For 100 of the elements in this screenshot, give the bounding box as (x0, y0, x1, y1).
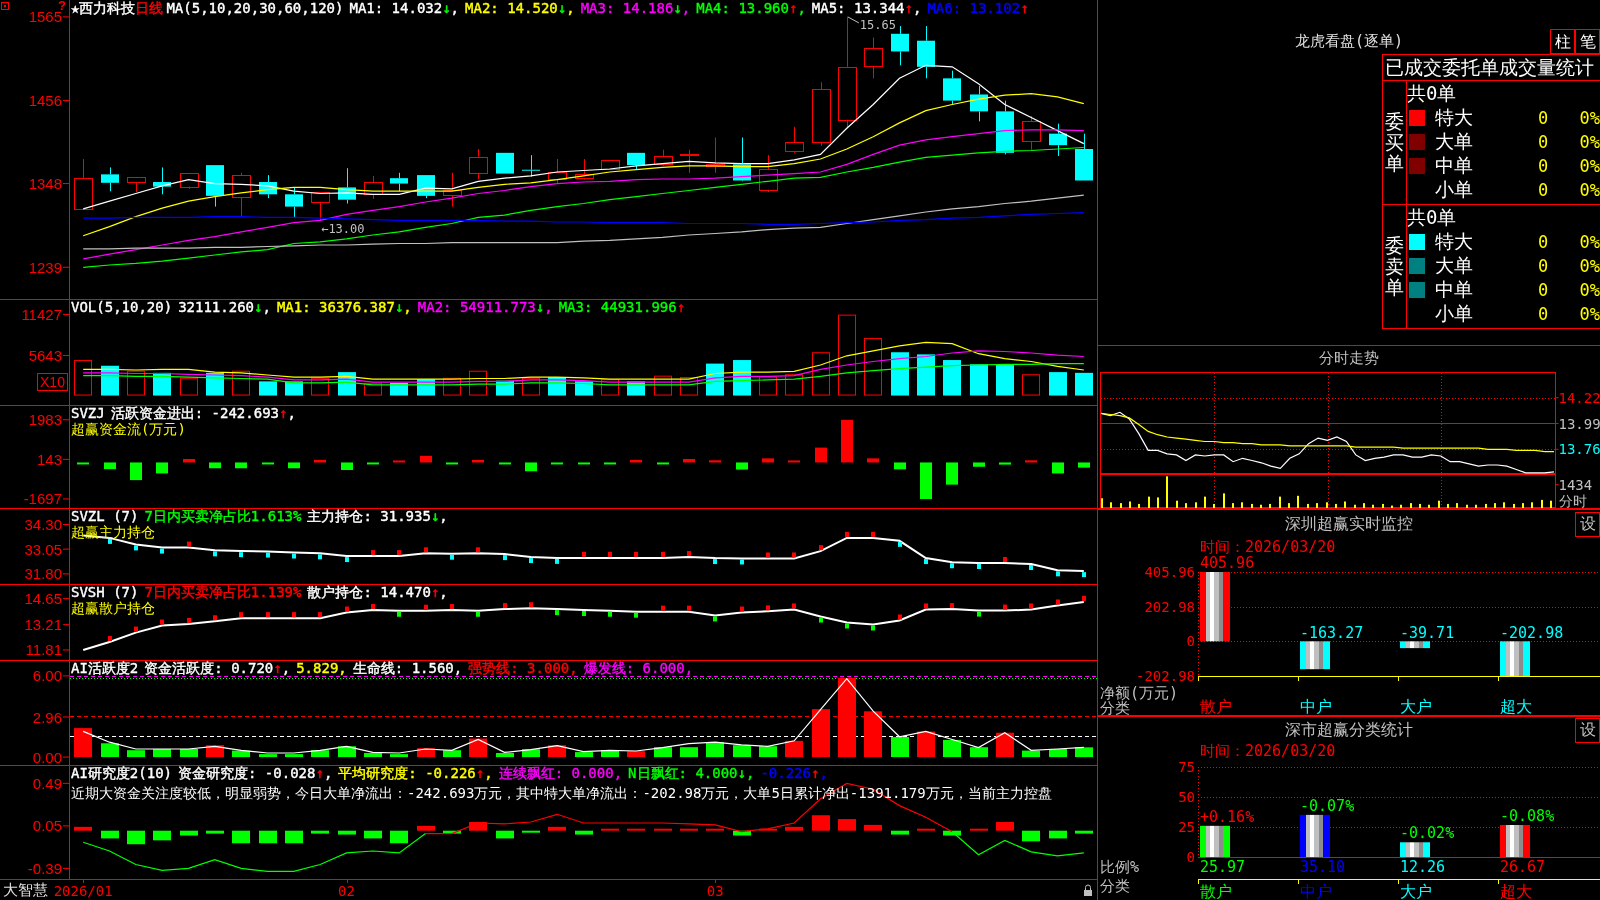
chart-title: 深市超赢分类统计 (1285, 719, 1413, 741)
unit-label: X10 (37, 373, 68, 391)
axis-label: 1456 (28, 92, 62, 110)
axis-label: 75 (1178, 759, 1195, 775)
change-label: -0.02% (1400, 824, 1455, 843)
axis-label: -1697 (23, 490, 62, 508)
axis-label: 14.22 (1558, 389, 1600, 406)
price-annotation: ←13.00 (321, 222, 365, 237)
category-label: 散户 (1200, 882, 1232, 900)
order-total: 共0单 (1407, 205, 1458, 229)
side-label: 委买单 (1385, 111, 1404, 174)
axis-label: 33.05 (24, 540, 62, 558)
indicator-reading: 资金研究度: -0.028↑, (178, 766, 333, 781)
annotation: 15.65 (859, 17, 896, 32)
value-label: 25.97 (1200, 858, 1246, 876)
order-size-label: 中单 (1435, 153, 1474, 178)
indicator-name: SVZL (7) (71, 509, 139, 524)
order-size-label: 中单 (1435, 277, 1474, 302)
order-count: 0 (1538, 280, 1550, 300)
axis-label: 13.76 (1558, 441, 1600, 458)
indicator-name: MA(5,10,20,30,60,120) (166, 1, 344, 16)
change-label: +0.16% (1200, 807, 1255, 826)
price-annotation: 15.65 (847, 16, 896, 32)
axis-label: 14.65 (24, 590, 62, 608)
change-label: -0.08% (1500, 807, 1555, 825)
date-label: 2026/01 (53, 883, 113, 899)
indicator-reading: 爆发线: 6.000, (583, 661, 694, 676)
period-label: 日线 (135, 1, 164, 16)
value-label: -163.27 (1300, 624, 1364, 643)
category-label: 超大 (1500, 697, 1532, 716)
order-size-label: 小单 (1435, 177, 1474, 202)
order-size-label: 特大 (1435, 105, 1474, 130)
axis-label: 50 (1178, 789, 1195, 805)
axis-label: 1434 (1558, 476, 1593, 493)
category-label: 大户 (1400, 882, 1432, 900)
category-label: 超大 (1500, 882, 1532, 900)
order-count: 0 (1538, 132, 1550, 152)
indicator-reading: MA5: 13.344↑, (811, 1, 922, 16)
indicator-name: SVSH (7) (71, 585, 139, 600)
order-share: 0% (1578, 132, 1600, 152)
value-label: -202.98 (1500, 624, 1564, 643)
chart-subtitle: 时间：2026/03/20 (1200, 537, 1336, 556)
value-label: -39.71 (1400, 624, 1455, 643)
value-label: 26.67 (1500, 858, 1546, 876)
order-share: 0% (1578, 108, 1600, 128)
axis-label: 0 (1186, 849, 1195, 865)
axis-label: 143 (36, 450, 62, 468)
order-size-label: 大单 (1435, 129, 1474, 154)
order-size-label: 大单 (1435, 253, 1474, 278)
indicator-reading: MA4: 13.960↑, (696, 1, 806, 16)
axis-label: 405.96 (1144, 564, 1195, 580)
order-size-label: 特大 (1435, 229, 1474, 254)
order-share: 0% (1578, 232, 1600, 252)
date-label: 02 (338, 883, 355, 899)
value-label: 35.10 (1300, 858, 1346, 876)
indicator-name: VOL(5,10,20) (71, 300, 173, 315)
indicator-name: AI研究度2(10) (71, 766, 172, 781)
axis-label: 0.49 (32, 774, 62, 792)
indicator-name: SVZJ (71, 406, 105, 421)
axis-label: 34.30 (24, 515, 62, 533)
indicator-name: AI活跃度2 (71, 661, 139, 676)
date-label: 03 (706, 883, 724, 899)
indicator-reading: MA1: 36376.387↓, (276, 300, 412, 315)
table-title: 已成交委托单成交量统计 (1383, 55, 1600, 81)
indicator-reading: MA2: 54911.773↓, (417, 300, 553, 315)
order-total: 共0单 (1407, 81, 1458, 105)
indicator-reading: 连续飘红: 0.000, (498, 766, 623, 781)
panel-title: 龙虎看盘(逐单) (1294, 32, 1404, 51)
category-label: 散户 (1200, 697, 1232, 716)
value-label: 12.26 (1400, 858, 1446, 876)
axis-label: 1983 (28, 411, 62, 429)
indicator-reading: 活跃资金进出: -242.693↑, (110, 406, 296, 421)
indicator-reading: 5.829, (296, 661, 347, 676)
chart-title: 深圳超赢实时监控 (1285, 513, 1413, 535)
order-count: 0 (1538, 256, 1550, 276)
order-share: 0% (1578, 256, 1600, 276)
side-label: 委卖单 (1385, 235, 1404, 298)
indicator-reading: 32111.260↓, (178, 300, 271, 315)
order-share: 0% (1578, 280, 1600, 300)
indicator-reading: MA1: 14.032↓, (349, 1, 460, 16)
axis-label: 2.96 (32, 708, 62, 726)
indicator-reading: 7日内买卖净占比1.139% (144, 585, 302, 600)
indicator-reading: MA2: 14.520↓, (465, 1, 575, 16)
indicator-reading: MA3: 44931.996↑ (558, 300, 686, 315)
axis-label: 0 (1186, 633, 1195, 650)
axis-label: 13.21 (24, 616, 62, 634)
indicator-reading: 主力持仓: 31.935↓, (307, 509, 448, 524)
category-label: 大户 (1400, 697, 1432, 716)
indicator-reading: MA3: 14.186↓, (580, 1, 691, 16)
axis-label: 31.80 (24, 565, 62, 583)
indicator-reading: N日飘红: 4.000↓, (628, 766, 755, 781)
indicator-reading: MA6: 13.102↑ (927, 1, 1029, 16)
axis-label: 0.05 (32, 817, 62, 835)
axis-label: 0.00 (32, 748, 62, 765)
axis-label: 202.98 (1144, 598, 1195, 615)
axis-title: 分类 (1100, 877, 1130, 895)
axis-label: 11427 (21, 305, 62, 323)
change-label: -0.07% (1300, 796, 1355, 815)
axis-label: 13.99 (1558, 415, 1600, 432)
axis-label: 11.81 (25, 641, 62, 659)
